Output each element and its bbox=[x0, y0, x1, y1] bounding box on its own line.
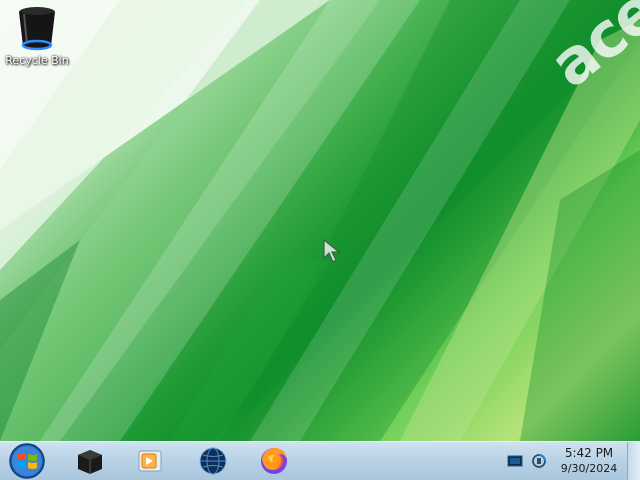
network-icon bbox=[532, 454, 546, 468]
mouse-cursor-icon bbox=[323, 238, 341, 263]
desktop[interactable]: ace Recycle Bin bbox=[0, 0, 640, 441]
recycle-bin-shortcut[interactable]: Recycle Bin bbox=[4, 4, 70, 76]
taskbar-firefox[interactable] bbox=[252, 444, 296, 478]
windows-logo-icon bbox=[9, 443, 45, 479]
display-icon bbox=[507, 455, 523, 467]
recycle-bin-icon bbox=[19, 7, 55, 51]
recycle-bin-label: Recycle Bin bbox=[5, 54, 69, 67]
show-desktop-button[interactable] bbox=[627, 442, 640, 480]
tray-display-button[interactable] bbox=[506, 453, 524, 469]
tray-network-button[interactable] bbox=[530, 453, 548, 469]
firefox-icon bbox=[261, 448, 287, 474]
media-player-icon bbox=[138, 450, 162, 472]
taskbar-globe-app[interactable] bbox=[191, 444, 235, 478]
clock[interactable]: 5:42 PM 9/30/2024 bbox=[556, 445, 622, 477]
wallpaper bbox=[0, 0, 640, 441]
clock-date: 9/30/2024 bbox=[560, 462, 618, 475]
clock-time: 5:42 PM bbox=[564, 446, 614, 460]
taskbar-black-box-app[interactable] bbox=[68, 444, 112, 478]
black-box-icon bbox=[78, 450, 102, 474]
taskbar: 5:42 PM 9/30/2024 bbox=[0, 441, 640, 480]
taskbar-media-player[interactable] bbox=[128, 444, 172, 478]
globe-icon bbox=[199, 447, 227, 475]
start-button[interactable] bbox=[4, 443, 50, 479]
